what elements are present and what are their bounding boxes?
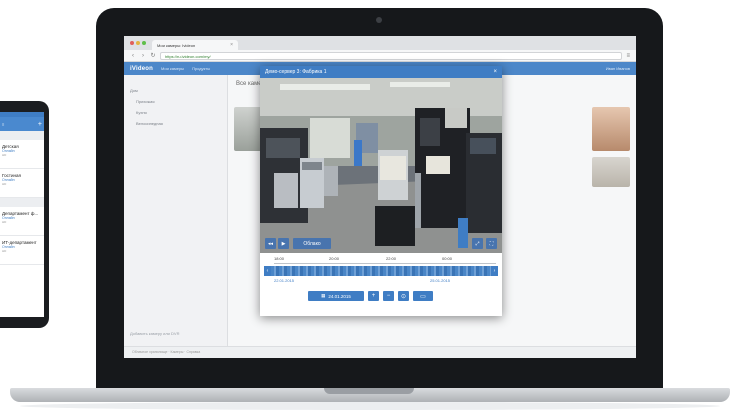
url-input[interactable]: https://ru.ivideon.com/my/ bbox=[160, 51, 623, 60]
cloud-button[interactable]: Облако bbox=[293, 238, 331, 249]
sidebar-item-hallway[interactable]: Прихожая bbox=[124, 96, 227, 107]
expand-icon[interactable]: ⛶ bbox=[486, 238, 497, 249]
archive-timeline: 18:00 20:00 22:00 00:00 ‹ › 22.01.2015 2… bbox=[260, 253, 502, 316]
timeline-controls: ▦ 24.01.2015 + − ⊙ ▭ bbox=[308, 291, 433, 301]
tick-label: 00:00 bbox=[442, 256, 453, 261]
zoom-reset-icon[interactable]: ⊙ bbox=[398, 291, 409, 301]
date-value: 24.01.2015 bbox=[328, 293, 351, 299]
rewind-icon[interactable]: ◂◂ bbox=[265, 238, 276, 249]
phone-menu-icon[interactable]: ≡ bbox=[2, 122, 4, 127]
dialog-header: Демо-сервер 3: Фабрика 1 × bbox=[260, 66, 502, 78]
close-window-icon[interactable] bbox=[130, 41, 134, 45]
camera-meta: HD bbox=[2, 182, 7, 186]
timeline-next-icon[interactable]: › bbox=[491, 266, 498, 276]
phone-group-header bbox=[0, 198, 44, 207]
fullscreen-icon[interactable]: ⤢ bbox=[472, 238, 483, 249]
nav-products[interactable]: Продукты bbox=[192, 66, 210, 71]
phone-screen: ≡ + Детская Онлайн HD Гостиная Онлайн HD… bbox=[0, 112, 44, 317]
phone-camera-item[interactable]: Гостиная Онлайн HD bbox=[0, 169, 44, 198]
timeline-right-date: 25.01.2015 bbox=[430, 278, 451, 283]
browser-tab[interactable]: Мои камеры: Ivideon × bbox=[152, 40, 238, 50]
phone: ≡ + Детская Онлайн HD Гостиная Онлайн HD… bbox=[0, 101, 49, 328]
camera-thumbnail[interactable] bbox=[592, 157, 630, 187]
tick-label: 22:00 bbox=[386, 256, 397, 261]
zoom-in-icon[interactable]: + bbox=[368, 291, 379, 301]
back-icon[interactable]: ‹ bbox=[130, 53, 136, 59]
zoom-out-icon[interactable]: − bbox=[383, 291, 394, 301]
add-icon[interactable]: + bbox=[38, 121, 42, 128]
minimize-window-icon[interactable] bbox=[136, 41, 140, 45]
sidebar: Дом Прихожая Кухня Велосипедная Добавить… bbox=[124, 75, 228, 358]
phone-camera-item[interactable]: Департамент ф... Онлайн HD bbox=[0, 207, 44, 236]
cloud-label: Облако bbox=[303, 240, 321, 247]
dialog-title: Демо-сервер 3: Фабрика 1 bbox=[265, 69, 327, 75]
status-bar: Облачное хранилище · Камеры · Справка bbox=[124, 346, 636, 358]
camera-meta: HD bbox=[2, 153, 7, 157]
timeline-ticks: 18:00 20:00 22:00 00:00 bbox=[274, 256, 496, 264]
sidebar-item-kitchen[interactable]: Кухня bbox=[124, 107, 227, 118]
phone-camera-item[interactable]: ИТ-департамент Онлайн HD bbox=[0, 236, 44, 265]
user-menu[interactable]: Иван Иванов bbox=[606, 66, 630, 71]
phone-app-bar: ≡ + bbox=[0, 117, 44, 131]
webcam-icon bbox=[376, 17, 382, 23]
nav-my-cameras[interactable]: Мои камеры bbox=[161, 66, 184, 71]
maximize-window-icon[interactable] bbox=[142, 41, 146, 45]
recording-bar[interactable] bbox=[271, 266, 491, 276]
laptop-notch bbox=[324, 388, 414, 394]
video-dialog: Демо-сервер 3: Фабрика 1 × ◂◂ ▶ Облако ⤢… bbox=[260, 66, 502, 316]
sidebar-item-bike-room[interactable]: Велосипедная bbox=[124, 118, 227, 129]
camera-meta: HD bbox=[2, 220, 7, 224]
tab-close-icon[interactable]: × bbox=[230, 42, 233, 48]
window-controls bbox=[130, 41, 146, 45]
play-icon[interactable]: ▶ bbox=[278, 238, 289, 249]
timeline-prev-icon[interactable]: ‹ bbox=[264, 266, 271, 276]
download-icon[interactable]: ▭ bbox=[413, 291, 433, 301]
calendar-icon: ▦ bbox=[321, 293, 326, 298]
product-showcase: Мои камеры: Ivideon × ‹ › ↻ https://ru.i… bbox=[0, 0, 739, 415]
laptop-screen: Мои камеры: Ivideon × ‹ › ↻ https://ru.i… bbox=[124, 36, 636, 358]
phone-group-header bbox=[0, 131, 44, 140]
tick-label: 20:00 bbox=[329, 256, 340, 261]
app-logo[interactable]: iVideon bbox=[130, 66, 153, 72]
camera-thumbnail[interactable] bbox=[592, 107, 630, 151]
address-bar: ‹ › ↻ https://ru.ivideon.com/my/ ≡ bbox=[124, 50, 636, 62]
menu-icon[interactable]: ≡ bbox=[626, 53, 630, 59]
tick-label: 18:00 bbox=[274, 256, 285, 261]
timeline-track[interactable]: ‹ › bbox=[264, 266, 498, 276]
video-feed[interactable]: ◂◂ ▶ Облако ⤢ ⛶ bbox=[260, 78, 502, 253]
timeline-left-date: 22.01.2015 bbox=[274, 278, 295, 283]
tab-title: Мои камеры: Ivideon bbox=[157, 42, 196, 48]
add-camera-link[interactable]: Добавить камеру или DVR bbox=[130, 331, 179, 336]
factory-scene bbox=[260, 78, 502, 253]
reload-icon[interactable]: ↻ bbox=[150, 52, 156, 59]
phone-camera-item[interactable]: Детская Онлайн HD bbox=[0, 140, 44, 169]
forward-icon[interactable]: › bbox=[140, 53, 146, 59]
sidebar-item-home[interactable]: Дом bbox=[124, 85, 227, 96]
laptop-shadow bbox=[20, 402, 720, 410]
close-icon[interactable]: × bbox=[493, 69, 497, 75]
browser-tab-bar: Мои камеры: Ivideon × bbox=[124, 36, 636, 50]
camera-meta: HD bbox=[2, 249, 7, 253]
date-picker[interactable]: ▦ 24.01.2015 bbox=[308, 291, 364, 301]
